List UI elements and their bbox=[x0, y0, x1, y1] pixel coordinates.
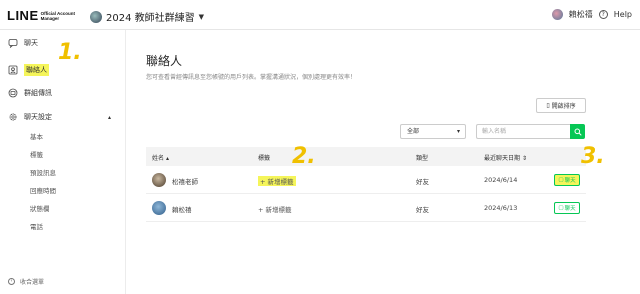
column-header-name[interactable]: 姓名 ▴ bbox=[152, 153, 169, 162]
sidebar-subitem-basic[interactable]: 基本 bbox=[30, 131, 43, 141]
sort-asc-icon: ▴ bbox=[165, 155, 169, 162]
user-name[interactable]: 賴松禧 bbox=[569, 9, 593, 20]
contact-type: 好友 bbox=[416, 206, 429, 214]
broadcast-icon bbox=[8, 88, 18, 98]
top-right-menu: 賴松禧 ? Help bbox=[551, 9, 632, 20]
collapse-menu-button[interactable]: ‹ 收合選單 bbox=[8, 277, 44, 286]
collapse-icon: ‹ bbox=[8, 278, 15, 285]
user-avatar[interactable] bbox=[551, 9, 563, 20]
last-chat-date: 2024/6/14 bbox=[484, 176, 518, 184]
sidebar-item-label: 群組傳訊 bbox=[24, 89, 52, 97]
table-header: 姓名 ▴ 標籤 類型 最近聊天日期 ⇕ bbox=[146, 147, 586, 166]
chat-icon bbox=[8, 39, 18, 48]
last-chat-date: 2024/6/13 bbox=[484, 204, 518, 212]
line-oa-logo[interactable]: LINE Official Account Manager bbox=[7, 8, 75, 23]
sidebar-item-label: 聯絡人 bbox=[24, 64, 49, 76]
search-input[interactable]: 輸入名稱 bbox=[476, 124, 570, 139]
sidebar-item-broadcast[interactable]: 群組傳訊 bbox=[8, 88, 52, 98]
sort-icon: ⇕ bbox=[521, 155, 527, 162]
help-icon[interactable]: ? bbox=[598, 10, 608, 19]
gear-icon bbox=[9, 113, 17, 121]
column-header-last-chat[interactable]: 最近聊天日期 ⇕ bbox=[484, 153, 527, 162]
annotation-2: 2. bbox=[292, 144, 316, 169]
chat-button[interactable]: ▢ 聊天 bbox=[554, 174, 580, 186]
sidebar-subitem-phone[interactable]: 電話 bbox=[30, 221, 43, 231]
sidebar-item-chat[interactable]: 聊天 bbox=[8, 38, 38, 48]
sidebar-subitem-default-messages[interactable]: 預設訊息 bbox=[30, 167, 56, 177]
top-bar: LINE Official Account Manager 2024 教師社群練… bbox=[0, 0, 640, 30]
page-title: 聯絡人 bbox=[146, 54, 183, 68]
page-description: 您可查看曾經傳訊息至您帳號的用戶列表。掌握溝通狀況，個別處理更有效率！ bbox=[146, 74, 357, 81]
chat-button[interactable]: ▢ 聊天 bbox=[554, 202, 580, 214]
annotation-1: 1. bbox=[58, 40, 82, 65]
contact-type: 好友 bbox=[416, 178, 429, 186]
sidebar-item-label: 聊天設定 bbox=[24, 113, 52, 121]
sidebar-subitem-tags[interactable]: 標籤 bbox=[30, 149, 43, 159]
main-content: 聯絡人 您可查看曾經傳訊息至您帳號的用戶列表。掌握溝通狀況，個別處理更有效率！ … bbox=[126, 30, 640, 294]
search-icon bbox=[574, 128, 582, 136]
avatar bbox=[152, 201, 166, 215]
table-row[interactable]: 賴松禧 + 新增標籤 好友 2024/6/13 ▢ 聊天 bbox=[146, 194, 586, 222]
sidebar-item-chat-settings[interactable]: 聊天設定 ▴ bbox=[8, 112, 118, 122]
sort-icon: ▯ bbox=[546, 102, 550, 109]
chat-icon: ▢ bbox=[558, 177, 564, 183]
add-tag-button[interactable]: + 新增標籤 bbox=[258, 176, 296, 186]
sidebar-subitem-status-bar[interactable]: 狀態欄 bbox=[30, 203, 50, 213]
chat-icon: ▢ bbox=[558, 205, 564, 211]
chevron-down-icon: ▼ bbox=[198, 12, 205, 21]
contact-name[interactable]: 松禧老師 bbox=[172, 176, 198, 186]
contact-name[interactable]: 賴松禧 bbox=[172, 204, 192, 214]
sidebar-item-contacts[interactable]: 聯絡人 bbox=[8, 64, 49, 76]
logo-subtext: Official Account Manager bbox=[40, 10, 75, 21]
sort-button[interactable]: ▯ 開啟排序 bbox=[536, 98, 586, 113]
filter-select[interactable]: 全部 ▾ bbox=[400, 124, 466, 139]
add-tag-button[interactable]: + 新增標籤 bbox=[258, 204, 292, 214]
account-name: 2024 教師社群練習 bbox=[106, 13, 195, 24]
collapse-label: 收合選單 bbox=[20, 279, 45, 286]
account-switcher[interactable]: 2024 教師社群練習 ▼ bbox=[90, 9, 204, 24]
sidebar: 聊天 聯絡人 1. 群組傳訊 聊天設定 ▴ 基本 標籤 預設訊息 回應時間 狀態… bbox=[0, 30, 126, 294]
table-row[interactable]: 松禧老師 + 新增標籤 好友 2024/6/14 ▢ 聊天 bbox=[146, 166, 586, 194]
avatar bbox=[152, 173, 166, 187]
chevron-up-icon: ▴ bbox=[108, 113, 112, 121]
logo-text: LINE bbox=[7, 8, 39, 23]
chevron-down-icon: ▾ bbox=[456, 128, 460, 135]
help-link[interactable]: Help bbox=[614, 10, 632, 19]
sidebar-subitem-response-time[interactable]: 回應時間 bbox=[30, 185, 56, 195]
account-avatar bbox=[90, 10, 102, 23]
contacts-icon bbox=[8, 65, 18, 75]
sidebar-item-label: 聊天 bbox=[24, 39, 38, 47]
column-header-type: 類型 bbox=[416, 155, 429, 162]
annotation-3: 3. bbox=[581, 144, 605, 169]
column-header-tags: 標籤 bbox=[258, 155, 271, 162]
search-button[interactable] bbox=[570, 124, 585, 139]
